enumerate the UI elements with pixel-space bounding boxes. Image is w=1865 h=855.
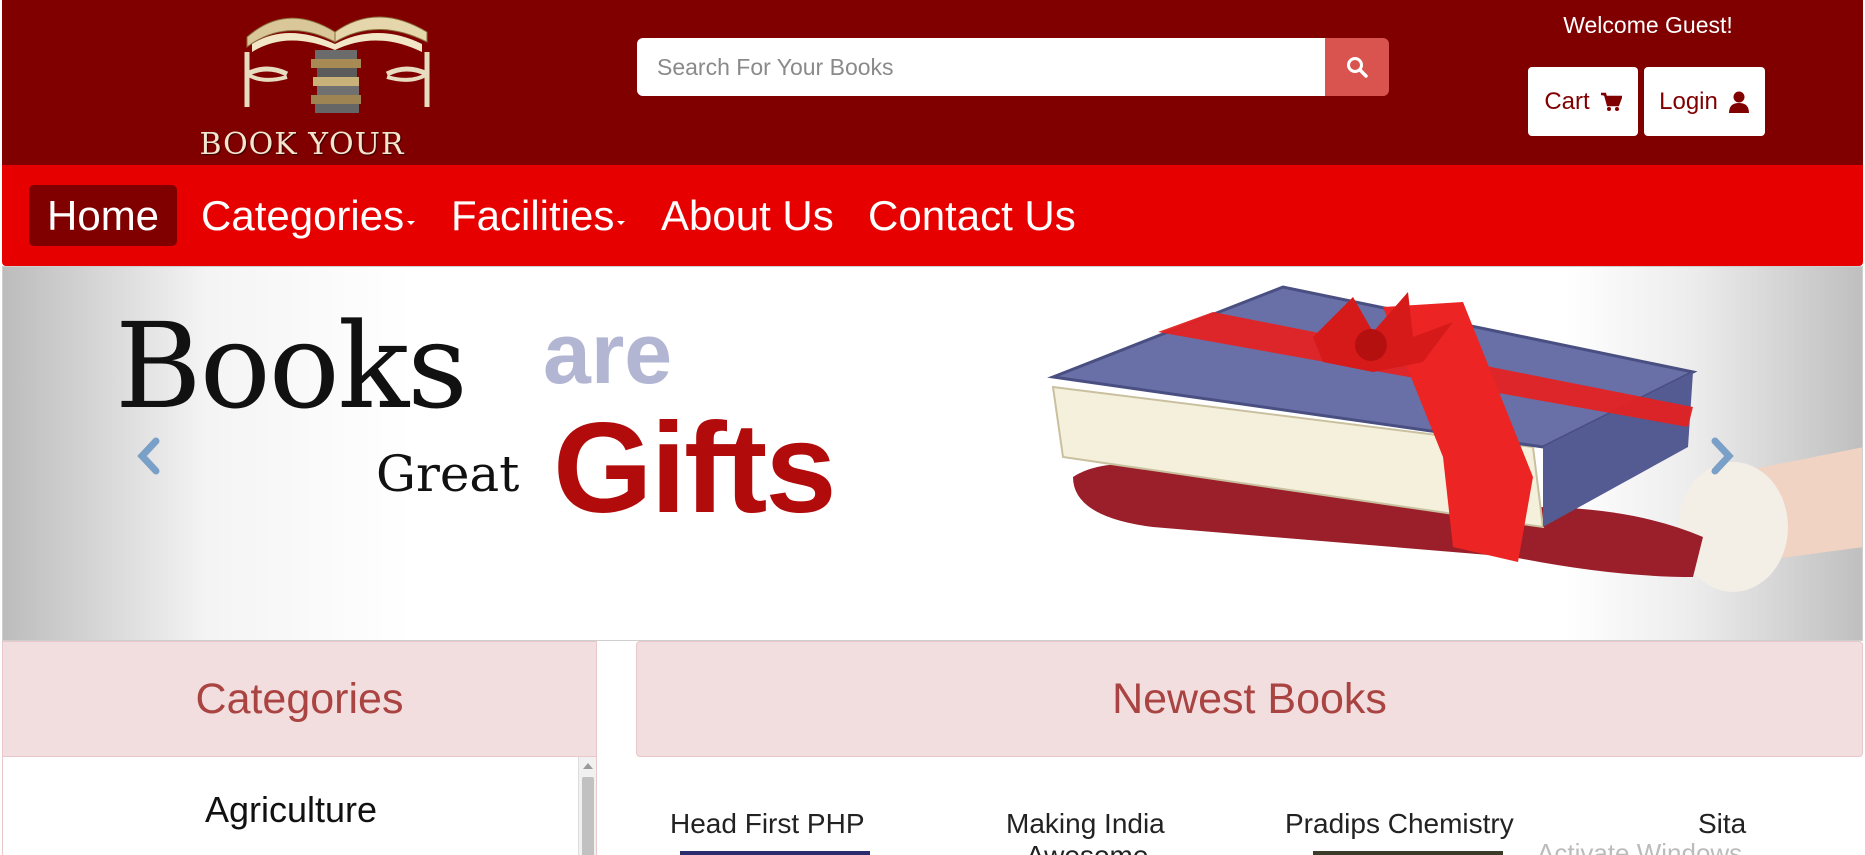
chevron-left-icon: [137, 437, 160, 475]
scroll-thumb[interactable]: [582, 777, 594, 855]
nav-contact-us-label: Contact Us: [868, 191, 1076, 239]
slide-word-books: Books: [115, 297, 468, 435]
book-subtitle-making-india: Awesome: [1026, 840, 1148, 855]
caret-down-icon: [407, 220, 416, 225]
search-button[interactable]: [1325, 38, 1389, 96]
nav-facilities-label: Facilities: [451, 191, 615, 239]
main-navbar: Home Categories Facilities About Us Cont…: [2, 165, 1863, 266]
activate-windows-watermark: Activate Windows: [1537, 838, 1743, 855]
chevron-right-icon: [1711, 437, 1734, 475]
book-title-sita[interactable]: Sita: [1698, 808, 1746, 840]
categories-scrollbar[interactable]: [578, 757, 596, 855]
nav-home-label: Home: [47, 191, 160, 239]
book-title-pradips-chemistry[interactable]: Pradips Chemistry: [1285, 808, 1514, 840]
nav-about-us-label: About Us: [661, 191, 834, 239]
book-title-making-india[interactable]: Making India: [1006, 808, 1165, 840]
books-logo-icon: [244, 16, 430, 113]
carousel-prev-button[interactable]: [128, 432, 168, 480]
search-icon: [1347, 57, 1368, 78]
nav-categories[interactable]: Categories: [201, 185, 416, 246]
scroll-up-arrow-icon[interactable]: [583, 763, 593, 769]
categories-heading: Categories: [3, 642, 596, 757]
cart-button[interactable]: Cart: [1528, 67, 1638, 136]
search-bar: [637, 38, 1389, 96]
login-button[interactable]: Login: [1644, 67, 1765, 136]
slide-word-are: are: [543, 306, 673, 402]
categories-panel: Categories Agriculture: [2, 641, 597, 855]
nav-categories-label: Categories: [201, 191, 405, 239]
categories-list: Agriculture: [3, 757, 579, 855]
site-logo[interactable]: BOOK YOUR BOOKS: [137, 2, 467, 197]
slide-word-gifts: Gifts: [553, 397, 837, 540]
carousel-next-button[interactable]: [1703, 432, 1743, 480]
newest-books-heading: Newest Books: [636, 641, 1863, 757]
nav-home[interactable]: Home: [29, 185, 178, 246]
page: BOOK YOUR BOOKS Welcome Guest! Cart Logi…: [0, 0, 1865, 855]
nav-about-us[interactable]: About Us: [661, 185, 834, 246]
caret-down-icon: [617, 220, 626, 225]
book-cover-pradips-chemistry[interactable]: [1313, 851, 1503, 855]
hero-carousel: Books are Great Gifts: [2, 266, 1863, 641]
site-header: BOOK YOUR BOOKS Welcome Guest! Cart Logi…: [2, 0, 1863, 197]
book-title-head-first-php[interactable]: Head First PHP: [670, 808, 865, 840]
welcome-text: Welcome Guest!: [1563, 12, 1733, 38]
nav-contact-us[interactable]: Contact Us: [868, 185, 1076, 246]
search-input[interactable]: [637, 38, 1325, 96]
category-item[interactable]: Agriculture: [3, 789, 579, 831]
login-label: Login: [1659, 87, 1718, 115]
slide-word-great: Great: [376, 445, 520, 503]
nav-facilities[interactable]: Facilities: [451, 185, 626, 246]
book-cover-head-first-php[interactable]: [680, 851, 870, 855]
cart-label: Cart: [1544, 87, 1590, 115]
cart-icon: [1600, 92, 1622, 111]
user-icon: [1728, 91, 1749, 113]
